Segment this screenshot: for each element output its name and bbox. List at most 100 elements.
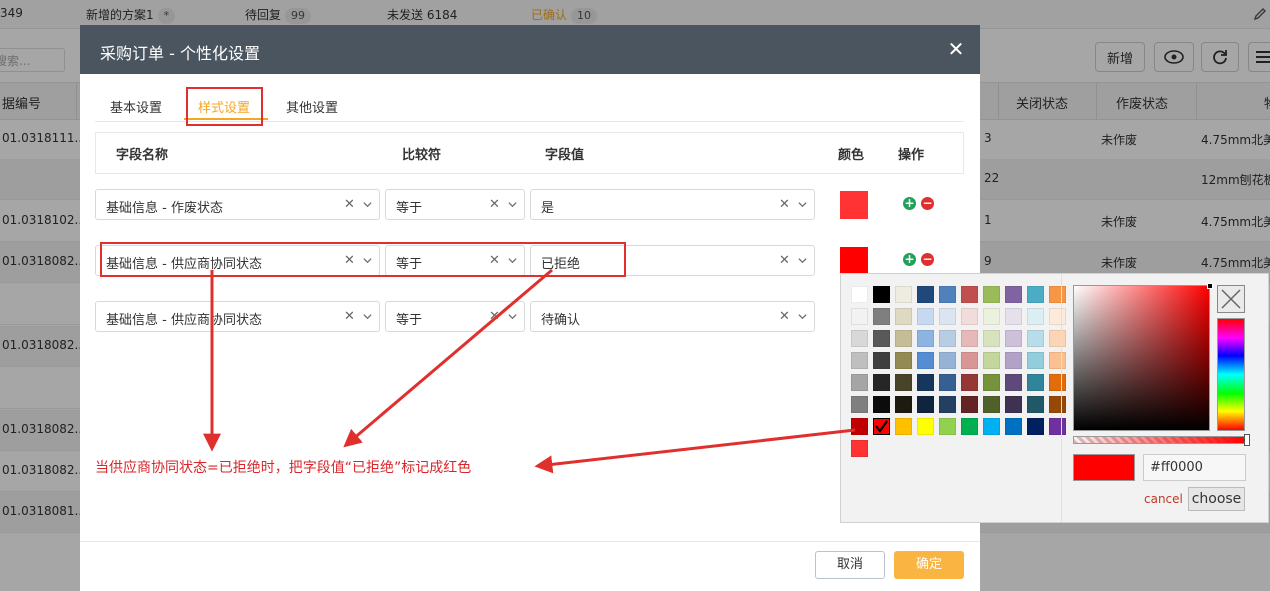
palette-swatch[interactable] bbox=[873, 418, 890, 435]
saturation-handle[interactable] bbox=[1207, 283, 1213, 289]
recent-color-swatch[interactable] bbox=[851, 440, 868, 457]
field-select[interactable]: 基础信息 - 作废状态 ✕ bbox=[95, 189, 380, 220]
palette-swatch[interactable] bbox=[917, 418, 934, 435]
palette-swatch[interactable] bbox=[961, 352, 978, 369]
palette-swatch[interactable] bbox=[917, 330, 934, 347]
chevron-down-icon[interactable] bbox=[798, 254, 807, 264]
clear-icon[interactable]: ✕ bbox=[489, 197, 500, 212]
chevron-down-icon[interactable] bbox=[798, 310, 807, 320]
picker-cancel-link[interactable]: cancel bbox=[1144, 492, 1183, 506]
palette-swatch[interactable] bbox=[1005, 308, 1022, 325]
palette-swatch[interactable] bbox=[917, 374, 934, 391]
no-color-button[interactable] bbox=[1217, 285, 1245, 313]
clear-icon[interactable]: ✕ bbox=[344, 309, 355, 324]
chevron-down-icon[interactable] bbox=[508, 310, 517, 320]
palette-swatch[interactable] bbox=[851, 374, 868, 391]
palette-swatch[interactable] bbox=[1049, 396, 1066, 413]
clear-icon[interactable]: ✕ bbox=[344, 197, 355, 212]
alpha-slider[interactable] bbox=[1073, 434, 1250, 446]
palette-swatch[interactable] bbox=[983, 352, 1000, 369]
palette-swatch[interactable] bbox=[939, 308, 956, 325]
clear-icon[interactable]: ✕ bbox=[779, 253, 790, 268]
palette-swatch[interactable] bbox=[895, 286, 912, 303]
palette-swatch[interactable] bbox=[851, 352, 868, 369]
palette-swatch[interactable] bbox=[939, 396, 956, 413]
hex-input[interactable] bbox=[1143, 454, 1246, 481]
palette-swatch[interactable] bbox=[1049, 418, 1066, 435]
palette-swatch[interactable] bbox=[1027, 330, 1044, 347]
palette-swatch[interactable] bbox=[961, 330, 978, 347]
palette-swatch[interactable] bbox=[851, 418, 868, 435]
palette-swatch[interactable] bbox=[1049, 330, 1066, 347]
chevron-down-icon[interactable] bbox=[508, 198, 517, 208]
palette-swatch[interactable] bbox=[1049, 374, 1066, 391]
value-select[interactable]: 是 ✕ bbox=[530, 189, 815, 220]
palette-swatch[interactable] bbox=[851, 330, 868, 347]
cancel-button[interactable]: 取消 bbox=[815, 551, 885, 579]
add-rule-icon[interactable]: + bbox=[903, 253, 916, 266]
palette-swatch[interactable] bbox=[895, 396, 912, 413]
palette-swatch[interactable] bbox=[873, 352, 890, 369]
remove-rule-icon[interactable]: − bbox=[921, 197, 934, 210]
palette-swatch[interactable] bbox=[917, 308, 934, 325]
hue-slider[interactable] bbox=[1217, 318, 1245, 431]
palette-swatch[interactable] bbox=[917, 286, 934, 303]
palette-swatch[interactable] bbox=[1049, 352, 1066, 369]
value-select[interactable]: 待确认 ✕ bbox=[530, 301, 815, 332]
palette-swatch[interactable] bbox=[961, 308, 978, 325]
palette-swatch[interactable] bbox=[895, 418, 912, 435]
palette-swatch[interactable] bbox=[939, 418, 956, 435]
picker-choose-button[interactable]: choose bbox=[1188, 487, 1245, 511]
palette-swatch[interactable] bbox=[939, 374, 956, 391]
palette-swatch[interactable] bbox=[983, 374, 1000, 391]
palette-swatch[interactable] bbox=[961, 396, 978, 413]
chevron-down-icon[interactable] bbox=[798, 198, 807, 208]
clear-icon[interactable]: ✕ bbox=[779, 197, 790, 212]
palette-swatch[interactable] bbox=[895, 330, 912, 347]
palette-swatch[interactable] bbox=[983, 308, 1000, 325]
palette-swatch[interactable] bbox=[1005, 418, 1022, 435]
clear-icon[interactable]: ✕ bbox=[779, 309, 790, 324]
palette-swatch[interactable] bbox=[983, 286, 1000, 303]
palette-swatch[interactable] bbox=[983, 418, 1000, 435]
comparator-select[interactable]: 等于 ✕ bbox=[385, 189, 525, 220]
palette-swatch[interactable] bbox=[873, 286, 890, 303]
chevron-down-icon[interactable] bbox=[363, 310, 372, 320]
palette-swatch[interactable] bbox=[1027, 374, 1044, 391]
palette-swatch[interactable] bbox=[1005, 330, 1022, 347]
clear-icon[interactable]: ✕ bbox=[489, 309, 500, 324]
palette-swatch[interactable] bbox=[939, 330, 956, 347]
palette-swatch[interactable] bbox=[873, 396, 890, 413]
palette-swatch[interactable] bbox=[1027, 286, 1044, 303]
alpha-handle[interactable] bbox=[1244, 434, 1250, 446]
palette-swatch[interactable] bbox=[1027, 308, 1044, 325]
palette-swatch[interactable] bbox=[873, 330, 890, 347]
color-swatch[interactable] bbox=[840, 191, 868, 219]
palette-swatch[interactable] bbox=[961, 374, 978, 391]
remove-rule-icon[interactable]: − bbox=[921, 253, 934, 266]
close-icon[interactable]: ✕ bbox=[946, 39, 966, 59]
palette-swatch[interactable] bbox=[895, 352, 912, 369]
palette-swatch[interactable] bbox=[1005, 286, 1022, 303]
palette-swatch[interactable] bbox=[939, 352, 956, 369]
palette-swatch[interactable] bbox=[1005, 396, 1022, 413]
palette-swatch[interactable] bbox=[1049, 308, 1066, 325]
palette-swatch[interactable] bbox=[1049, 286, 1066, 303]
palette-swatch[interactable] bbox=[939, 286, 956, 303]
palette-swatch[interactable] bbox=[851, 286, 868, 303]
palette-swatch[interactable] bbox=[1005, 374, 1022, 391]
field-select[interactable]: 基础信息 - 供应商协同状态 ✕ bbox=[95, 301, 380, 332]
palette-swatch[interactable] bbox=[917, 396, 934, 413]
palette-swatch[interactable] bbox=[895, 308, 912, 325]
tab-other-settings[interactable]: 其他设置 bbox=[286, 97, 338, 116]
tab-basic-settings[interactable]: 基本设置 bbox=[110, 97, 162, 116]
confirm-button[interactable]: 确定 bbox=[894, 551, 964, 579]
color-swatch[interactable] bbox=[840, 247, 868, 275]
palette-swatch[interactable] bbox=[1027, 396, 1044, 413]
palette-swatch[interactable] bbox=[1027, 418, 1044, 435]
palette-swatch[interactable] bbox=[895, 374, 912, 391]
palette-swatch[interactable] bbox=[961, 418, 978, 435]
palette-swatch[interactable] bbox=[983, 330, 1000, 347]
palette-swatch[interactable] bbox=[851, 308, 868, 325]
palette-swatch[interactable] bbox=[873, 374, 890, 391]
